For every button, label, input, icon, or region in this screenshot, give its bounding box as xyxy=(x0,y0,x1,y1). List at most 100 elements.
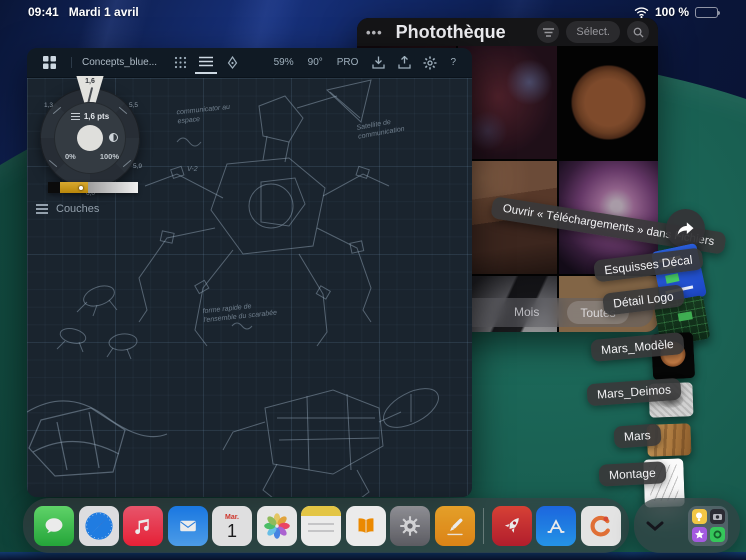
dock-recent-panel xyxy=(634,498,740,553)
photos-title: Photothèque xyxy=(395,21,506,42)
dock-app-safari[interactable] xyxy=(78,505,119,546)
settings-button[interactable] xyxy=(419,52,441,74)
annotation-version: V-2 xyxy=(187,166,198,173)
filter-button[interactable] xyxy=(537,21,560,43)
lightbulb-icon xyxy=(696,512,702,521)
app-grid-button[interactable] xyxy=(38,52,60,74)
opacity-max-label: 100% xyxy=(99,152,119,161)
date: Mardi 1 avril xyxy=(68,5,139,19)
ring-size-label: 5,5 xyxy=(128,102,138,109)
precision-grid-button[interactable] xyxy=(169,52,191,74)
document-title[interactable]: Concepts_blue... xyxy=(71,57,157,68)
dock-app-messages[interactable] xyxy=(34,505,74,546)
import-button[interactable] xyxy=(367,52,389,74)
grid-squares-icon xyxy=(42,56,56,69)
rocket-icon xyxy=(504,517,519,533)
app-store-a-icon xyxy=(547,518,565,533)
ring-size-label: 1,3 xyxy=(44,102,54,109)
calendar-day: 1 xyxy=(226,521,237,542)
slider-handle[interactable] xyxy=(79,185,83,190)
dock: Mar. 1 xyxy=(23,498,629,553)
ring-size-label: 5,9 xyxy=(132,163,142,170)
open-book-icon xyxy=(358,517,373,533)
pro-badge[interactable]: PRO xyxy=(337,57,359,68)
opacity-min-label: 0% xyxy=(65,152,76,161)
dock-app-notes[interactable] xyxy=(301,505,341,546)
dock-app-photos[interactable] xyxy=(256,505,297,546)
select-button[interactable]: Sélect. xyxy=(566,21,620,43)
drag-item-label: Montage xyxy=(598,461,667,487)
flower-icon xyxy=(263,512,290,539)
gear-icon xyxy=(423,56,437,69)
camera-icon xyxy=(712,514,722,520)
dock-app-library[interactable] xyxy=(688,505,728,546)
wifi-icon xyxy=(634,7,649,18)
zoom-level[interactable]: 59% xyxy=(274,57,294,68)
clock: 09:41 xyxy=(28,5,59,19)
notes-line xyxy=(308,529,334,532)
share-button[interactable] xyxy=(666,209,705,248)
dock-app-books[interactable] xyxy=(345,505,386,546)
star-icon xyxy=(694,530,704,539)
pen-nib-icon xyxy=(227,56,237,69)
canvas-rotation[interactable]: 90° xyxy=(308,57,323,68)
dock-app-settings[interactable] xyxy=(390,505,430,546)
color-well[interactable] xyxy=(77,125,103,151)
wallpaper-bottom-edge xyxy=(0,552,746,560)
concepts-c-logo-icon xyxy=(590,515,610,536)
dock-app-rocket[interactable] xyxy=(491,505,532,546)
layers-panel-label: Couches xyxy=(56,203,100,215)
envelope-icon xyxy=(179,520,196,531)
tool-wheel[interactable]: 1,6 1,3 5,5 5,9 6,0 1,6 pts 0% 100% xyxy=(40,76,142,197)
export-arrow-icon xyxy=(398,56,411,69)
stroke-size-value: 1,6 pts xyxy=(83,112,110,121)
search-button[interactable] xyxy=(627,21,649,43)
color-slider-gray xyxy=(88,182,138,193)
segment-months[interactable]: Mois xyxy=(514,305,539,319)
chat-bubble-icon xyxy=(45,517,63,533)
selection-tool-button[interactable] xyxy=(221,52,243,74)
stacked-lines-icon xyxy=(199,56,214,67)
more-options-button[interactable]: ••• xyxy=(366,25,383,40)
status-bar: 09:41 Mardi 1 avril 100 % xyxy=(0,0,746,24)
stroke-lines-icon xyxy=(70,115,80,118)
music-note-icon xyxy=(135,518,149,534)
app-library-game-tile xyxy=(709,527,725,542)
notes-line xyxy=(308,522,334,525)
export-button[interactable] xyxy=(393,52,415,74)
chevron-down-icon[interactable] xyxy=(646,521,664,531)
dock-app-mail[interactable] xyxy=(167,505,208,546)
forward-arrow-icon xyxy=(677,221,693,235)
app-library-star-tile xyxy=(691,527,707,542)
contrast-icon xyxy=(109,133,118,142)
app-library-camera-tile xyxy=(709,509,725,524)
ipad-screen: ••• Photothèque Sélect. Mois Toutes comm… xyxy=(0,0,746,560)
gear-icon xyxy=(400,515,420,536)
circle-icon xyxy=(713,530,721,539)
dock-app-app-store[interactable] xyxy=(536,505,576,546)
color-slider[interactable] xyxy=(48,182,138,193)
dock-app-calendar[interactable]: Mar. 1 xyxy=(212,505,252,546)
tool-settings-disc[interactable]: 1,6 pts 0% 100% xyxy=(54,102,126,174)
dock-app-concepts[interactable] xyxy=(580,505,621,546)
layers-menu-icon xyxy=(36,208,48,210)
concepts-toolbar: Concepts_blue... 59% 90° PRO ? xyxy=(27,48,472,78)
dock-app-music[interactable] xyxy=(123,505,163,546)
help-button[interactable]: ? xyxy=(450,57,456,68)
layers-button[interactable] xyxy=(195,52,218,74)
calendar-month: Mar. xyxy=(224,514,239,522)
concepts-window: communicator au espace Satellite de comm… xyxy=(27,48,472,497)
color-slider-gold xyxy=(60,182,88,193)
notes-header-strip xyxy=(301,505,341,516)
layers-panel-header[interactable]: Couches xyxy=(36,203,99,215)
dock-divider xyxy=(482,507,484,544)
active-tool-size: 1,6 xyxy=(85,78,95,85)
import-arrow-icon xyxy=(372,56,385,69)
search-icon xyxy=(633,27,644,38)
drag-item-label: Mars xyxy=(613,423,662,449)
battery-percent: 100 % xyxy=(654,5,689,19)
app-library-lightbulb-tile xyxy=(691,509,707,524)
dock-app-concepts-pen[interactable] xyxy=(434,505,475,546)
dots-grid-icon xyxy=(174,56,186,69)
pen-icon xyxy=(446,518,463,535)
